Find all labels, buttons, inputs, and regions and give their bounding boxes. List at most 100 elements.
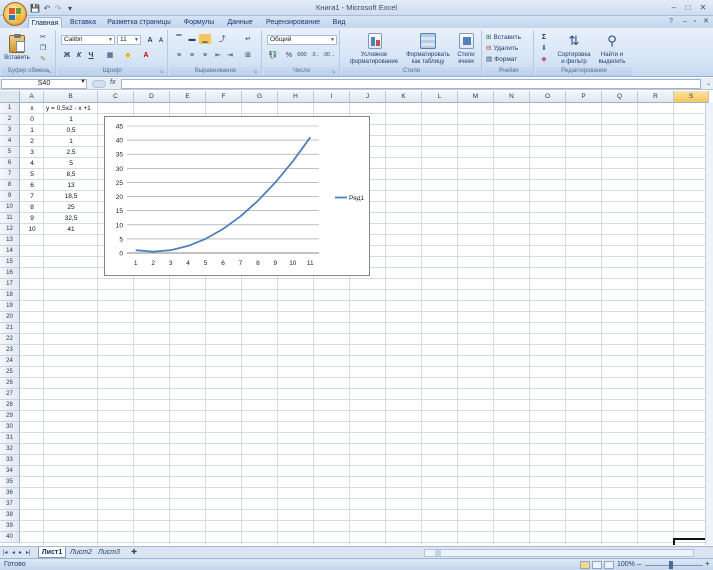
workbook-close-icon[interactable]: ✕ (701, 17, 711, 27)
sheet-tab-1[interactable]: Лист1 (38, 547, 66, 558)
fill-color-icon[interactable]: ◆ (122, 50, 134, 60)
cell-y-value[interactable]: 5 (45, 158, 97, 169)
name-box-chevron-icon[interactable]: ▼ (80, 79, 86, 85)
align-right-icon[interactable]: ≡ (199, 50, 211, 60)
cut-icon[interactable]: ✂ (37, 32, 49, 42)
workbook-restore-icon[interactable]: ▫ (690, 17, 700, 27)
cell-y-value[interactable]: 32,5 (45, 213, 97, 224)
row-header[interactable]: 16 (0, 268, 20, 279)
name-box[interactable]: S40 (1, 79, 87, 89)
cell-styles-button[interactable]: Стили ячеек (452, 31, 480, 67)
formula-bar-splitter[interactable] (92, 80, 106, 88)
zoom-slider[interactable] (645, 565, 703, 566)
format-cells-button[interactable]: ▤ Формат (486, 54, 532, 64)
sort-filter-button[interactable]: ⇅ Сортировка и фильтр (554, 31, 594, 67)
thousands-separator-button[interactable]: 000 (296, 50, 308, 60)
paste-button[interactable]: Вставить (4, 31, 30, 65)
row-header[interactable]: 23 (0, 345, 20, 356)
decrease-indent-icon[interactable]: ⇤ (212, 50, 224, 60)
increase-decimal-icon[interactable]: .0← (310, 50, 322, 60)
cell-x-value[interactable]: 10 (21, 224, 43, 235)
row-header[interactable]: 38 (0, 510, 20, 521)
row-header[interactable]: 15 (0, 257, 20, 268)
format-painter-icon[interactable]: ✎ (37, 54, 49, 64)
cell-y-value[interactable]: 2,5 (45, 147, 97, 158)
bold-button[interactable]: Ж (61, 50, 73, 60)
column-header[interactable]: M (458, 91, 494, 103)
row-header[interactable]: 10 (0, 202, 20, 213)
number-format-combo[interactable]: Общий ▼ (267, 35, 337, 45)
row-header[interactable]: 9 (0, 191, 20, 202)
tab-formulas[interactable]: Формулы (178, 17, 220, 28)
zoom-level[interactable]: 100% (617, 561, 635, 568)
column-header[interactable]: F (206, 91, 242, 103)
align-middle-icon[interactable]: ▬ (186, 34, 198, 44)
copy-icon[interactable]: ❐ (37, 43, 49, 53)
column-header[interactable]: P (566, 91, 602, 103)
column-header[interactable]: R (638, 91, 674, 103)
formula-input[interactable] (121, 79, 701, 89)
font-color-icon[interactable]: A (140, 50, 152, 60)
cell-x-value[interactable]: 7 (21, 191, 43, 202)
select-all-button[interactable] (0, 91, 20, 103)
orientation-icon[interactable]: ⤴ (216, 34, 228, 44)
row-header[interactable]: 4 (0, 136, 20, 147)
row-header[interactable]: 22 (0, 334, 20, 345)
row-header[interactable]: 34 (0, 466, 20, 477)
borders-icon[interactable]: ▦ (104, 50, 116, 60)
row-header[interactable]: 33 (0, 455, 20, 466)
row-header[interactable]: 39 (0, 521, 20, 532)
row-header[interactable]: 31 (0, 433, 20, 444)
column-header[interactable]: J (350, 91, 386, 103)
cell-y-value[interactable]: 1 (45, 114, 97, 125)
percent-button[interactable]: % (283, 50, 295, 60)
office-button[interactable] (3, 2, 27, 26)
cell-x-value[interactable]: 0 (21, 114, 43, 125)
zoom-slider-thumb[interactable] (669, 561, 673, 569)
cell-x-value[interactable]: 2 (21, 136, 43, 147)
cell-x-value[interactable]: 5 (21, 169, 43, 180)
align-left-icon[interactable]: ≡ (173, 50, 185, 60)
row-header[interactable]: 5 (0, 147, 20, 158)
column-header[interactable]: B (44, 91, 98, 103)
column-header[interactable]: K (386, 91, 422, 103)
column-header[interactable]: H (278, 91, 314, 103)
zoom-in-button[interactable]: + (705, 559, 710, 568)
cell-y-value[interactable]: 41 (45, 224, 97, 235)
column-header[interactable]: L (422, 91, 458, 103)
column-header[interactable]: Q (602, 91, 638, 103)
cell-header-y[interactable]: y = 0,5x2 - x +1 (46, 103, 91, 114)
autosum-button[interactable]: Σ (538, 32, 550, 42)
increase-indent-icon[interactable]: ⇥ (224, 50, 236, 60)
delete-cells-button[interactable]: ⊟ Удалить (486, 43, 532, 53)
row-header[interactable]: 19 (0, 301, 20, 312)
alignment-dialog-launcher-icon[interactable]: ↘ (253, 69, 259, 75)
row-header[interactable]: 40 (0, 532, 20, 543)
currency-format-icon[interactable]: 💱 (267, 50, 279, 60)
insert-sheet-icon[interactable]: ✚ (126, 547, 142, 558)
cell-x-value[interactable]: 6 (21, 180, 43, 191)
wrap-text-icon[interactable]: ↵ (242, 34, 254, 44)
column-header[interactable]: A (20, 91, 44, 103)
row-header[interactable]: 7 (0, 169, 20, 180)
row-header[interactable]: 27 (0, 389, 20, 400)
italic-button[interactable]: К (73, 50, 85, 60)
row-header[interactable]: 14 (0, 246, 20, 257)
tab-page-layout[interactable]: Разметка страницы (104, 17, 174, 28)
cell-header-x[interactable]: x (21, 103, 43, 114)
first-sheet-button[interactable]: |◂ (3, 549, 8, 556)
column-header[interactable]: N (494, 91, 530, 103)
row-header[interactable]: 37 (0, 499, 20, 510)
shrink-font-button[interactable]: A (155, 36, 167, 46)
tab-view[interactable]: Вид (328, 17, 350, 28)
row-header[interactable]: 20 (0, 312, 20, 323)
tab-data[interactable]: Данные (222, 17, 258, 28)
cell-y-value[interactable]: 1 (45, 136, 97, 147)
last-sheet-button[interactable]: ▸| (26, 549, 31, 556)
minimize-button[interactable]: – (668, 2, 680, 13)
align-center-icon[interactable]: ≡ (186, 50, 198, 60)
find-select-button[interactable]: ⚲ Найти и выделить (594, 31, 630, 67)
line-chart[interactable]: 0 5 10 15 20 25 30 35 40 45 1 2 3 4 5 6 7 8 9 10 11 Ряд1 (104, 116, 370, 276)
zoom-out-button[interactable]: – (637, 560, 641, 569)
row-header[interactable]: 36 (0, 488, 20, 499)
